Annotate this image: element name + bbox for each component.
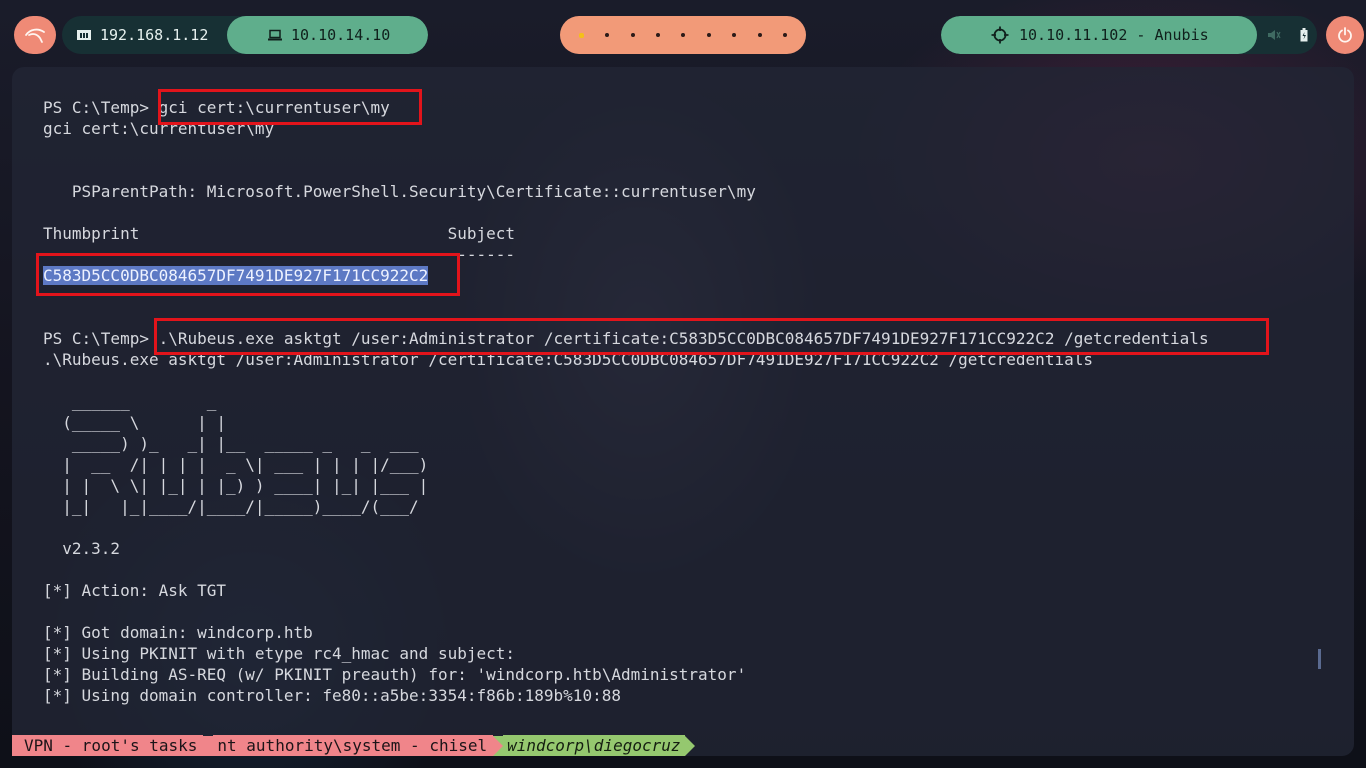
ascii-banner-line: | | \ \| |_| | |_) ) ____| |_| |___ | <box>43 476 429 495</box>
annotation-box-rubeus-command <box>154 318 1269 355</box>
scrollbar-thumb[interactable] <box>1318 649 1321 669</box>
terminal-line: PSParentPath: Microsoft.PowerShell.Secur… <box>43 182 756 201</box>
tray-segment <box>1257 16 1317 54</box>
local-ip-text: 192.168.1.12 <box>100 26 209 44</box>
network-icon <box>76 28 92 42</box>
status-segment-active-session[interactable]: windcorp\diegocruz <box>503 735 685 756</box>
ascii-banner-line: (_____ \ | | <box>43 413 227 432</box>
ascii-banner-line: _____) )_ _| |__ _____ _ _ ___ <box>43 434 419 453</box>
workspace-8[interactable] <box>757 33 762 37</box>
separator-arrow-icon <box>203 735 214 756</box>
kali-menu-button[interactable] <box>14 16 56 54</box>
ip-pill: 192.168.1.12 10.10.14.10 <box>62 16 428 54</box>
terminal-line: [*] Building AS-REQ (w/ PKINIT preauth) … <box>43 665 747 684</box>
workspace-3[interactable] <box>630 33 635 37</box>
terminal-line: [*] Using domain controller: fe80::a5be:… <box>43 686 621 705</box>
workspace-5[interactable] <box>681 33 686 37</box>
vpn-ip-text: 10.10.14.10 <box>291 26 391 44</box>
ascii-banner-line: |_| |_|____/|____/|_____)____/(___/ <box>43 497 419 516</box>
status-segment-vpn[interactable]: VPN - root's tasks <box>12 735 204 756</box>
terminal-output: PS C:\Temp> gci cert:\currentuser\my gci… <box>43 97 1209 706</box>
separator-arrow-icon <box>684 735 695 756</box>
workspace-switcher <box>560 16 806 54</box>
battery-icon[interactable] <box>1300 28 1308 42</box>
prompt: PS C:\Temp> <box>43 98 159 117</box>
top-bar: 192.168.1.12 10.10.14.10 10.10.11.102 - … <box>0 0 1366 70</box>
crosshair-icon <box>991 26 1009 44</box>
status-segment-chisel[interactable]: nt authority\system - chisel <box>213 735 494 756</box>
terminal-line: [*] Action: Ask TGT <box>43 581 227 600</box>
terminal-line: [*] Got domain: windcorp.htb <box>43 623 313 642</box>
kali-dragon-icon <box>24 26 46 44</box>
target-text: 10.10.11.102 - Anubis <box>1019 26 1209 44</box>
vpn-ip-segment[interactable]: 10.10.14.10 <box>227 16 428 54</box>
tmux-status-bar: VPN - root's tasks nt authority\system -… <box>12 735 695 756</box>
workspace-2[interactable] <box>605 33 610 37</box>
power-button[interactable] <box>1326 16 1364 54</box>
annotation-box-gci-command <box>158 89 422 125</box>
workspace-4[interactable] <box>656 33 661 37</box>
power-icon <box>1337 27 1353 43</box>
ascii-banner-line: | __ /| | | | _ \| ___ | | | |/___) <box>43 455 429 474</box>
version-line: v2.3.2 <box>43 539 121 558</box>
prompt: PS C:\Temp> <box>43 329 159 348</box>
annotation-box-thumbprint <box>36 253 460 296</box>
local-ip-segment[interactable]: 192.168.1.12 <box>62 16 227 54</box>
target-segment[interactable]: 10.10.11.102 - Anubis <box>941 16 1257 54</box>
ascii-banner-line: ______ _ <box>43 392 217 411</box>
target-pill: 10.10.11.102 - Anubis <box>941 16 1317 54</box>
table-header: Thumbprint Subject <box>43 224 516 243</box>
workspace-1[interactable] <box>578 32 584 38</box>
workspace-7[interactable] <box>732 33 737 37</box>
separator-arrow-icon <box>493 735 504 756</box>
terminal-line: [*] Using PKINIT with etype rc4_hmac and… <box>43 644 516 663</box>
terminal-window[interactable]: PS C:\Temp> gci cert:\currentuser\my gci… <box>12 67 1354 756</box>
volume-icon[interactable] <box>1267 29 1281 41</box>
workspace-6[interactable] <box>706 33 711 37</box>
laptop-icon <box>267 29 283 42</box>
workspace-9[interactable] <box>783 33 788 37</box>
